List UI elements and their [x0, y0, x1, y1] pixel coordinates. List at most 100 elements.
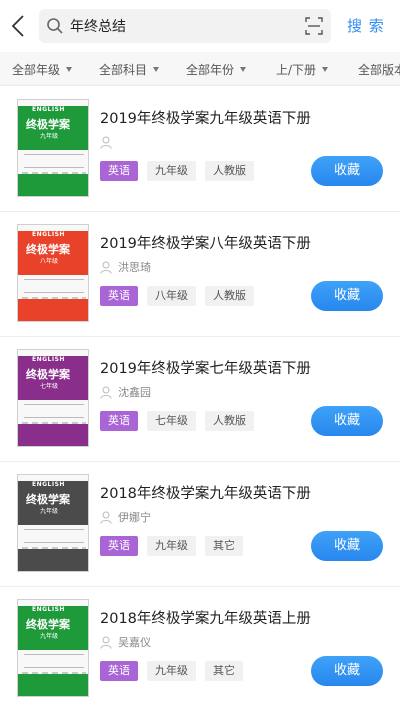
tag-list: 英语 九年级 其它 [100, 536, 252, 556]
chevron-left-icon [11, 15, 24, 37]
cover-grade: 九年级 [40, 133, 59, 140]
book-item[interactable]: ENGLISH 终极学案 九年级 2019年终极学案九年级英语下册 英语 九年级… [0, 87, 400, 212]
filter-grade[interactable]: 全部年级 [12, 52, 73, 85]
search-box[interactable] [39, 9, 331, 43]
book-item[interactable]: ENGLISH 终极学案 七年级 2019年终极学案七年级英语下册 沈鑫园 英语… [0, 337, 400, 462]
filter-label: 上/下册 [276, 62, 317, 77]
tag-list: 英语 七年级 人教版 [100, 411, 263, 431]
cover-lines [24, 529, 84, 543]
grade-tag: 七年级 [147, 411, 196, 431]
favorite-button[interactable]: 收藏 [311, 406, 383, 436]
book-cover[interactable]: ENGLISH 终极学案 七年级 [17, 349, 89, 447]
filter-label: 全部年份 [186, 62, 235, 77]
filter-label: 全部版本 [358, 62, 400, 77]
cover-lines [24, 154, 84, 168]
favorite-button[interactable]: 收藏 [311, 656, 383, 686]
filter-year[interactable]: 全部年份 [186, 52, 247, 85]
cover-logo: ENGLISH [32, 606, 65, 613]
search-icon [47, 18, 63, 34]
author-name: 吴嘉仪 [118, 636, 151, 649]
person-icon [100, 386, 112, 399]
filter-bar: 全部年级 全部科目 全部年份 上/下册 全部版本 [0, 52, 400, 86]
cover-foot [18, 299, 88, 321]
subject-tag: 英语 [100, 536, 138, 556]
top-bar: 搜 索 [0, 0, 400, 52]
author-name: 伊娜宁 [118, 511, 151, 524]
filter-volume[interactable]: 上/下册 [276, 52, 329, 85]
person-icon [100, 261, 112, 274]
edition-tag: 人教版 [205, 411, 254, 431]
book-title[interactable]: 2019年终极学案七年级英语下册 [100, 357, 311, 378]
grade-tag: 八年级 [147, 286, 196, 306]
person-icon [100, 636, 112, 649]
author-name: 沈鑫园 [118, 386, 151, 399]
cover-grade: 七年级 [40, 383, 59, 390]
cover-logo: ENGLISH [32, 106, 65, 113]
cover-foot [18, 174, 88, 196]
cover-lines [24, 279, 84, 293]
subject-tag: 英语 [100, 161, 138, 181]
tag-list: 英语 九年级 人教版 [100, 161, 263, 181]
cover-title: 终极学案 [26, 618, 70, 631]
book-cover[interactable]: ENGLISH 终极学案 九年级 [17, 599, 89, 697]
cover-foot [18, 674, 88, 696]
edition-tag: 其它 [205, 536, 243, 556]
cover-lines [24, 654, 84, 668]
cover-logo: ENGLISH [32, 481, 65, 488]
book-title[interactable]: 2019年终极学案八年级英语下册 [100, 232, 311, 253]
scan-icon[interactable] [305, 17, 323, 35]
book-author: 沈鑫园 [100, 384, 151, 400]
edition-tag: 人教版 [205, 286, 254, 306]
book-cover[interactable]: ENGLISH 终极学案 九年级 [17, 474, 89, 572]
book-cover[interactable]: ENGLISH 终极学案 八年级 [17, 224, 89, 322]
cover-lines [24, 404, 84, 418]
favorite-button[interactable]: 收藏 [311, 156, 383, 186]
grade-tag: 九年级 [147, 661, 196, 681]
subject-tag: 英语 [100, 286, 138, 306]
person-icon [100, 136, 112, 149]
book-title[interactable]: 2019年终极学案九年级英语下册 [100, 107, 311, 128]
cover-title: 终极学案 [26, 368, 70, 381]
caret-down-icon [153, 66, 160, 72]
filter-subject[interactable]: 全部科目 [99, 52, 160, 85]
search-button[interactable]: 搜 索 [347, 15, 385, 36]
filter-label: 全部年级 [12, 62, 61, 77]
book-item[interactable]: ENGLISH 终极学案 八年级 2019年终极学案八年级英语下册 洪思琦 英语… [0, 212, 400, 337]
caret-down-icon [240, 66, 247, 72]
book-title[interactable]: 2018年终极学案九年级英语下册 [100, 482, 311, 503]
filter-edition[interactable]: 全部版本 [358, 52, 400, 85]
cover-title: 终极学案 [26, 118, 70, 131]
book-cover[interactable]: ENGLISH 终极学案 九年级 [17, 99, 89, 197]
cover-foot [18, 424, 88, 446]
edition-tag: 人教版 [205, 161, 254, 181]
book-author: 洪思琦 [100, 259, 151, 275]
cover-logo: ENGLISH [32, 356, 65, 363]
back-button[interactable] [4, 10, 32, 42]
edition-tag: 其它 [205, 661, 243, 681]
caret-down-icon [66, 66, 73, 72]
tag-list: 英语 九年级 其它 [100, 661, 252, 681]
cover-title: 终极学案 [26, 243, 70, 256]
cover-grade: 九年级 [40, 508, 59, 515]
book-author: 吴嘉仪 [100, 634, 151, 650]
favorite-button[interactable]: 收藏 [311, 281, 383, 311]
cover-foot [18, 549, 88, 571]
grade-tag: 九年级 [147, 536, 196, 556]
cover-logo: ENGLISH [32, 231, 65, 238]
cover-title: 终极学案 [26, 493, 70, 506]
favorite-button[interactable]: 收藏 [311, 531, 383, 561]
book-author: 伊娜宁 [100, 509, 151, 525]
book-author [100, 134, 118, 150]
search-input[interactable] [70, 9, 290, 43]
grade-tag: 九年级 [147, 161, 196, 181]
book-title[interactable]: 2018年终极学案九年级英语上册 [100, 607, 311, 628]
subject-tag: 英语 [100, 661, 138, 681]
cover-grade: 九年级 [40, 633, 59, 640]
person-icon [100, 511, 112, 524]
cover-grade: 八年级 [40, 258, 59, 265]
subject-tag: 英语 [100, 411, 138, 431]
book-item[interactable]: ENGLISH 终极学案 九年级 2018年终极学案九年级英语上册 吴嘉仪 英语… [0, 587, 400, 711]
caret-down-icon [322, 66, 329, 72]
book-item[interactable]: ENGLISH 终极学案 九年级 2018年终极学案九年级英语下册 伊娜宁 英语… [0, 462, 400, 587]
author-name: 洪思琦 [118, 261, 151, 274]
